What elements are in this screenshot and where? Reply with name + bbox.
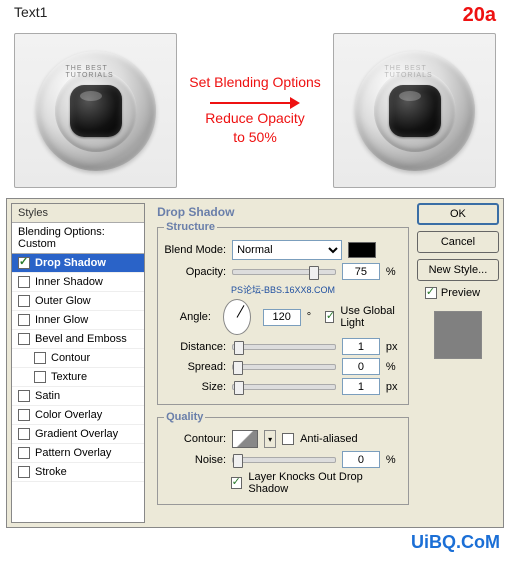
preview-swatch [434,311,482,359]
new-style-button[interactable]: New Style... [417,259,499,281]
style-checkbox[interactable] [18,447,30,459]
style-checkbox[interactable] [18,428,30,440]
quality-group: Quality Contour: ▾ Anti-aliased Noise: %… [157,411,409,505]
style-item-bevel-and-emboss[interactable]: Bevel and Emboss [12,330,144,349]
styles-panel: Styles Blending Options: Custom Drop Sha… [11,203,145,523]
style-item-contour[interactable]: Contour [12,349,144,368]
blending-options-row[interactable]: Blending Options: Custom [12,223,144,254]
style-label: Outer Glow [35,295,91,307]
contour-label: Contour: [164,433,226,445]
arrow-icon [185,97,325,109]
opacity-slider[interactable] [232,269,336,275]
style-label: Stroke [35,466,67,478]
noise-label: Noise: [164,454,226,466]
use-global-light-label: Use Global Light [340,305,402,329]
style-label: Color Overlay [35,409,102,421]
use-global-light-checkbox[interactable] [325,311,335,323]
style-label: Satin [35,390,60,402]
angle-input[interactable] [263,309,301,326]
style-label: Inner Shadow [35,276,103,288]
angle-label: Angle: [164,311,211,323]
preview-row: THE BEST TUTORIALS Set Blending Options … [0,27,510,194]
style-checkbox[interactable] [18,314,30,326]
instruction-text: Set Blending Options Reduce Opacity to 5… [185,73,325,148]
noise-input[interactable] [342,451,380,468]
distance-slider[interactable] [232,344,336,350]
layer-style-dialog: Styles Blending Options: Custom Drop Sha… [6,198,504,528]
style-item-gradient-overlay[interactable]: Gradient Overlay [12,425,144,444]
page-title: Text1 [14,4,47,20]
size-label: Size: [164,381,226,393]
layer-knocks-label: Layer Knocks Out Drop Shadow [248,471,401,495]
spread-input[interactable] [342,358,380,375]
style-label: Bevel and Emboss [35,333,127,345]
style-label: Drop Shadow [35,257,106,269]
shadow-color-swatch[interactable] [348,242,376,258]
contour-dropdown[interactable]: ▾ [264,430,276,448]
contour-picker[interactable] [232,430,258,448]
spread-label: Spread: [164,361,226,373]
style-checkbox[interactable] [18,257,30,269]
style-checkbox[interactable] [18,390,30,402]
watermark-link: PS论坛-BBS.16XX8.COM [164,283,402,296]
size-input[interactable] [342,378,380,395]
watermark: UiBQ.CoM [411,532,500,553]
style-item-texture[interactable]: Texture [12,368,144,387]
main-panel: Drop Shadow Structure Blend Mode: Normal… [149,203,417,523]
style-label: Pattern Overlay [35,447,111,459]
anti-aliased-checkbox[interactable] [282,433,294,445]
style-label: Inner Glow [35,314,88,326]
opacity-input[interactable] [342,263,380,280]
style-checkbox[interactable] [18,333,30,345]
structure-group: Structure Blend Mode: Normal Opacity: % … [157,221,409,405]
distance-input[interactable] [342,338,380,355]
lens-after: THE BEST TUTORIALS [333,33,496,188]
style-checkbox[interactable] [18,295,30,307]
style-checkbox[interactable] [18,466,30,478]
cancel-button[interactable]: Cancel [417,231,499,253]
style-item-inner-glow[interactable]: Inner Glow [12,311,144,330]
style-item-drop-shadow[interactable]: Drop Shadow [12,254,144,273]
opacity-label: Opacity: [164,266,226,278]
angle-dial[interactable] [223,299,251,335]
noise-slider[interactable] [232,457,336,463]
style-item-satin[interactable]: Satin [12,387,144,406]
lens-before: THE BEST TUTORIALS [14,33,177,188]
spread-slider[interactable] [232,364,336,370]
right-panel: OK Cancel New Style... Preview [417,203,499,523]
preview-checkbox[interactable] [425,287,437,299]
anti-aliased-label: Anti-aliased [300,433,357,445]
step-badge: 20a [463,4,496,27]
style-label: Texture [51,371,87,383]
style-checkbox[interactable] [18,409,30,421]
blend-mode-select[interactable]: Normal [232,240,342,260]
style-item-outer-glow[interactable]: Outer Glow [12,292,144,311]
lens-text: THE BEST TUTORIALS [385,65,445,79]
preview-label: Preview [441,287,480,299]
styles-header: Styles [12,204,144,223]
style-item-stroke[interactable]: Stroke [12,463,144,482]
ok-button[interactable]: OK [417,203,499,225]
style-label: Gradient Overlay [35,428,118,440]
style-checkbox[interactable] [18,276,30,288]
panel-title: Drop Shadow [157,205,409,219]
size-slider[interactable] [232,384,336,390]
style-item-pattern-overlay[interactable]: Pattern Overlay [12,444,144,463]
style-item-color-overlay[interactable]: Color Overlay [12,406,144,425]
style-label: Contour [51,352,90,364]
style-checkbox[interactable] [34,371,46,383]
lens-text: THE BEST TUTORIALS [66,65,126,79]
layer-knocks-checkbox[interactable] [231,477,243,489]
style-item-inner-shadow[interactable]: Inner Shadow [12,273,144,292]
distance-label: Distance: [164,341,226,353]
style-checkbox[interactable] [34,352,46,364]
blend-mode-label: Blend Mode: [164,244,226,256]
